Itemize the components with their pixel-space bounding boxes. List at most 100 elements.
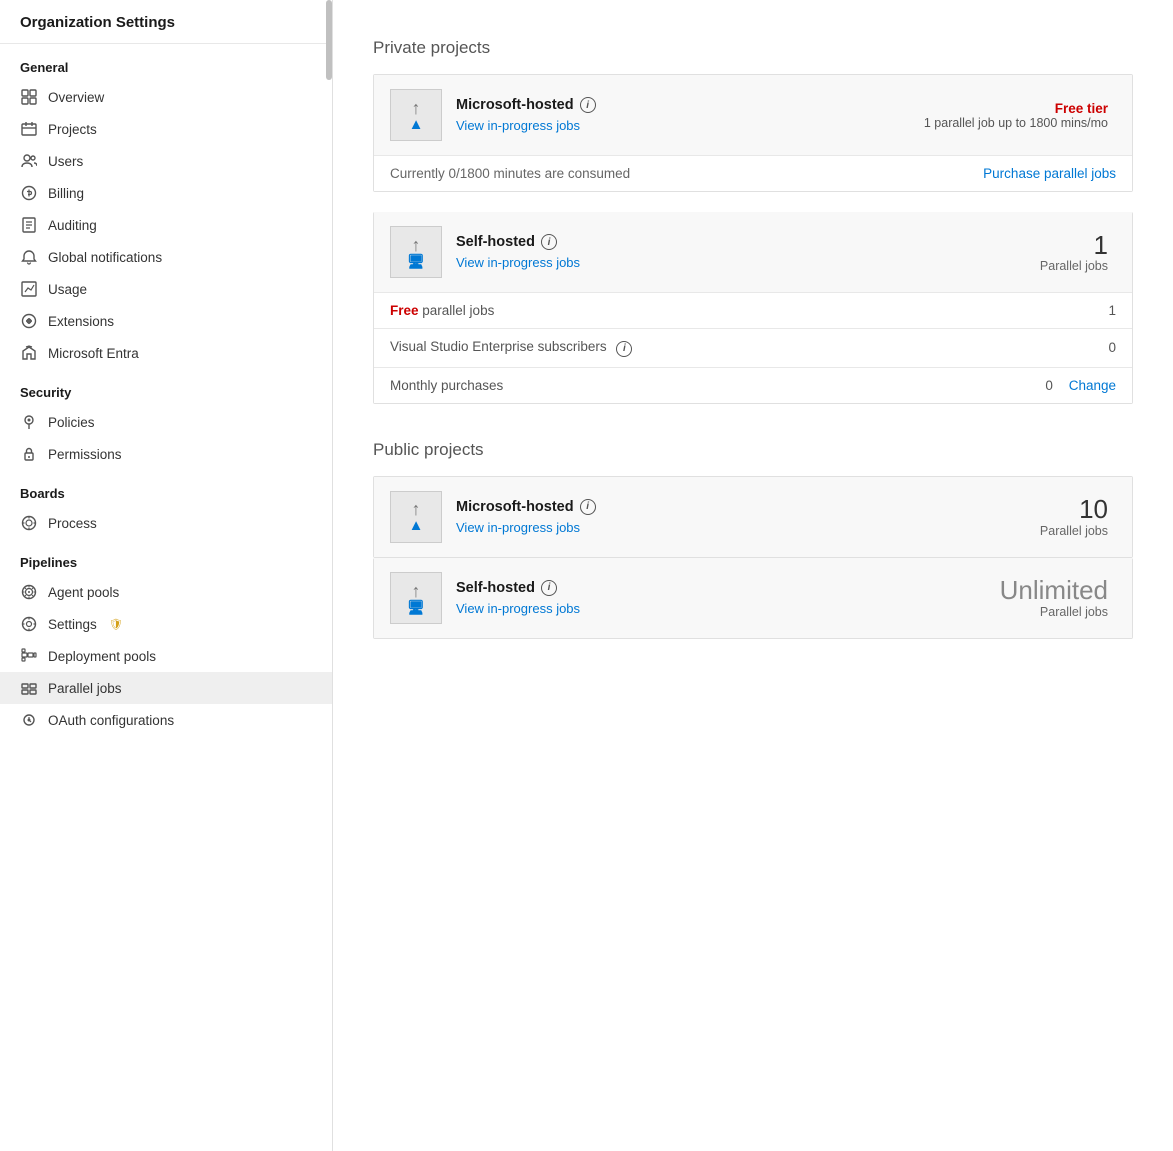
- sidebar-item-agent-pools[interactable]: Agent pools: [0, 576, 332, 608]
- billing-icon: [20, 184, 38, 202]
- oauth-icon: [20, 711, 38, 729]
- agent-pools-icon: [20, 583, 38, 601]
- sidebar-item-users-label: Users: [48, 154, 83, 169]
- private-sh-parallel-num: 1: [1040, 231, 1108, 260]
- shield-badge-icon: 🛡: [109, 618, 123, 631]
- change-link[interactable]: Change: [1069, 378, 1116, 393]
- process-icon: [20, 514, 38, 532]
- sidebar-item-global-notifications-label: Global notifications: [48, 250, 162, 265]
- public-ms-card-main: ↑ ▲ Microsoft-hosted i View in-progress …: [374, 477, 1132, 557]
- sidebar-item-usage-label: Usage: [48, 282, 87, 297]
- private-sh-monthly-value: 0 Change: [1045, 378, 1116, 393]
- parallel-icon: [20, 679, 38, 697]
- sidebar-item-agent-pools-label: Agent pools: [48, 585, 119, 600]
- private-sh-parallel-label: Parallel jobs: [1040, 259, 1108, 273]
- sidebar-item-usage[interactable]: Usage: [0, 273, 332, 305]
- tier-desc: 1 parallel job up to 1800 mins/mo: [924, 116, 1108, 130]
- public-microsoft-hosted-card: ↑ ▲ Microsoft-hosted i View in-progress …: [373, 476, 1133, 558]
- public-sh-parallel-sub: Parallel jobs: [1000, 605, 1108, 619]
- public-sh-title: Self-hosted i: [456, 580, 1000, 596]
- sidebar-item-auditing[interactable]: Auditing: [0, 209, 332, 241]
- free-tier-label: Free tier: [924, 101, 1108, 116]
- private-sh-free-label: Free parallel jobs: [390, 303, 1056, 318]
- public-self-hosted-card: ↑ 🖥 Self-hosted i View in-progress jobs …: [373, 558, 1133, 639]
- free-text: Free: [390, 303, 419, 318]
- sidebar-item-settings[interactable]: Settings 🛡: [0, 608, 332, 640]
- sidebar-item-billing[interactable]: Billing: [0, 177, 332, 209]
- sidebar-item-projects-label: Projects: [48, 122, 97, 137]
- public-projects-title: Public projects: [373, 440, 1133, 460]
- sidebar-item-microsoft-entra-label: Microsoft Entra: [48, 346, 139, 361]
- private-sh-title: Self-hosted i: [456, 234, 1040, 250]
- section-boards: Boards: [0, 470, 332, 507]
- private-projects-title: Private projects: [373, 38, 1133, 58]
- sidebar-item-deployment-pools-label: Deployment pools: [48, 649, 156, 664]
- sidebar-item-global-notifications[interactable]: Global notifications: [0, 241, 332, 273]
- private-self-hosted-card: ↑ 🖥 Self-hosted i View in-progress jobs …: [373, 212, 1133, 404]
- policies-icon: [20, 413, 38, 431]
- public-sh-view-link[interactable]: View in-progress jobs: [456, 601, 580, 616]
- private-ms-name-block: Microsoft-hosted i View in-progress jobs: [456, 97, 924, 133]
- private-sh-name-block: Self-hosted i View in-progress jobs: [456, 234, 1040, 270]
- public-sh-value: Unlimited Parallel jobs: [1000, 576, 1116, 619]
- public-ms-info-icon[interactable]: i: [580, 499, 596, 515]
- sidebar-item-parallel-jobs-label: Parallel jobs: [48, 681, 122, 696]
- sidebar-item-permissions-label: Permissions: [48, 447, 122, 462]
- sidebar-item-microsoft-entra[interactable]: Microsoft Entra: [0, 337, 332, 369]
- private-ms-info-icon[interactable]: i: [580, 97, 596, 113]
- sidebar-item-deployment-pools[interactable]: Deployment pools: [0, 640, 332, 672]
- sidebar-item-extensions-label: Extensions: [48, 314, 114, 329]
- private-sh-vs-value: 0: [1056, 340, 1116, 355]
- public-ms-name-block: Microsoft-hosted i View in-progress jobs: [456, 499, 1040, 535]
- private-ms-card-main: ↑ ▲ Microsoft-hosted i View in-progress …: [374, 75, 1132, 155]
- private-sh-view-link[interactable]: View in-progress jobs: [456, 255, 580, 270]
- sidebar-item-extensions[interactable]: Extensions: [0, 305, 332, 337]
- private-sh-free-row: Free parallel jobs 1: [374, 292, 1132, 328]
- entra-icon: [20, 344, 38, 362]
- extensions-icon: [20, 312, 38, 330]
- public-ms-title: Microsoft-hosted i: [456, 499, 1040, 515]
- public-ms-parallel-num: 10: [1040, 495, 1108, 524]
- sidebar-item-oauth-configurations[interactable]: OAuth configurations: [0, 704, 332, 736]
- sidebar-item-policies-label: Policies: [48, 415, 95, 430]
- private-ms-tier: Free tier 1 parallel job up to 1800 mins…: [924, 101, 1116, 130]
- sidebar-title: Organization Settings: [0, 0, 332, 44]
- private-sh-free-value: 1: [1056, 303, 1116, 318]
- sidebar-item-oauth-configurations-label: OAuth configurations: [48, 713, 174, 728]
- public-sh-info-icon[interactable]: i: [541, 580, 557, 596]
- private-sh-icon-box: ↑ 🖥: [390, 226, 442, 278]
- private-sh-monthly-row: Monthly purchases 0 Change: [374, 367, 1132, 403]
- purchase-parallel-link[interactable]: Purchase parallel jobs: [983, 166, 1116, 181]
- section-general: General: [0, 44, 332, 81]
- public-ms-icon-box: ↑ ▲: [390, 491, 442, 543]
- settings-icon: [20, 615, 38, 633]
- public-sh-unlimited-label: Unlimited: [1000, 576, 1108, 605]
- sidebar-item-policies[interactable]: Policies: [0, 406, 332, 438]
- public-ms-hosted-icon: ↑ ▲: [409, 500, 424, 533]
- sidebar-item-parallel-jobs[interactable]: Parallel jobs: [0, 672, 332, 704]
- sidebar-item-overview[interactable]: Overview: [0, 81, 332, 113]
- sidebar-item-overview-label: Overview: [48, 90, 104, 105]
- sidebar-item-process-label: Process: [48, 516, 97, 531]
- public-ms-parallel-label: Parallel jobs: [1040, 524, 1108, 538]
- private-ms-view-link[interactable]: View in-progress jobs: [456, 118, 580, 133]
- public-sh-name-block: Self-hosted i View in-progress jobs: [456, 580, 1000, 616]
- sidebar: Organization Settings General Overview P…: [0, 0, 333, 1151]
- permissions-icon: [20, 445, 38, 463]
- public-ms-view-link[interactable]: View in-progress jobs: [456, 520, 580, 535]
- public-sh-icon-box: ↑ 🖥: [390, 572, 442, 624]
- sidebar-item-auditing-label: Auditing: [48, 218, 97, 233]
- sidebar-item-users[interactable]: Users: [0, 145, 332, 177]
- private-sh-vs-row: Visual Studio Enterprise subscribers i 0: [374, 328, 1132, 367]
- sidebar-item-projects[interactable]: Projects: [0, 113, 332, 145]
- usage-icon: [20, 280, 38, 298]
- auditing-icon: [20, 216, 38, 234]
- grid-icon: [20, 88, 38, 106]
- private-sh-info-icon[interactable]: i: [541, 234, 557, 250]
- private-ms-title: Microsoft-hosted i: [456, 97, 924, 113]
- private-sh-value: 1 Parallel jobs: [1040, 231, 1116, 274]
- private-ms-icon-box: ↑ ▲: [390, 89, 442, 141]
- sidebar-item-process[interactable]: Process: [0, 507, 332, 539]
- sidebar-item-permissions[interactable]: Permissions: [0, 438, 332, 470]
- vs-info-icon[interactable]: i: [616, 341, 632, 357]
